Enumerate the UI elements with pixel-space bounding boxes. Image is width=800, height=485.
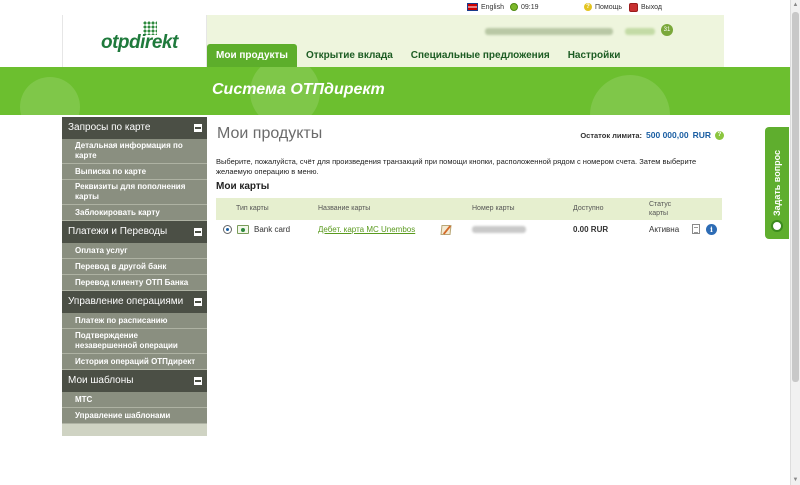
user-name-redacted (485, 28, 613, 35)
session-time: 09:19 (521, 3, 539, 11)
chat-icon (771, 220, 783, 232)
page-title: Мои продукты (217, 125, 323, 142)
bank-card-icon (237, 225, 249, 234)
card-number-redacted (472, 226, 526, 233)
banner-decoration (590, 75, 670, 115)
sidebar-section-title: Платежи и Переводы (68, 226, 168, 237)
help-label: Помощь (595, 3, 623, 11)
collapse-icon[interactable] (194, 228, 202, 236)
sidebar-item-card-details[interactable]: Детальная информация по карте (62, 139, 207, 164)
language-label: English (481, 3, 504, 11)
column-header-available: Доступно (573, 205, 604, 212)
help-icon: ? (584, 3, 592, 11)
logout-icon (629, 3, 638, 12)
column-header-type: Тип карты (236, 205, 269, 212)
tab-special-offers[interactable]: Специальные предложения (402, 44, 559, 67)
sidebar-section-title: Мои шаблоны (68, 375, 134, 386)
banner-decoration (20, 77, 80, 115)
user-link-redacted[interactable] (625, 28, 655, 35)
help-link[interactable]: ? Помощь (584, 3, 622, 11)
header: otpdirekt 31 Мои продукты Открытие вклад… (0, 15, 800, 67)
uk-flag-icon (467, 3, 478, 11)
sidebar-section-templates[interactable]: Мои шаблоны (62, 370, 207, 392)
sidebar-item-template-mts[interactable]: МТС (62, 392, 207, 408)
sidebar-section-payments[interactable]: Платежи и Переводы (62, 221, 207, 243)
session-clock: 09:19 (510, 3, 539, 11)
collapse-icon[interactable] (194, 377, 202, 385)
main-content: Мои продукты Остаток лимита: 500 000,00 … (207, 117, 724, 457)
column-header-status: Статус карты (649, 201, 672, 217)
logout-link[interactable]: Выход (629, 3, 662, 12)
limit-label: Остаток лимита: (580, 130, 643, 140)
sidebar-item-pay-services[interactable]: Оплата услуг (62, 243, 207, 259)
messages-badge[interactable]: 31 (661, 24, 673, 36)
collapse-icon[interactable] (194, 298, 202, 306)
tab-settings[interactable]: Настройки (559, 44, 630, 67)
tab-open-deposit[interactable]: Открытие вклада (297, 44, 402, 67)
sidebar-item-transfer-other-bank[interactable]: Перевод в другой банк (62, 259, 207, 275)
card-status: Активна (649, 225, 680, 234)
sidebar-section-operations[interactable]: Управление операциями (62, 291, 207, 313)
limit-currency: RUR (692, 130, 711, 140)
sidebar-section-title: Управление операциями (68, 296, 184, 307)
cards-table-header: Тип карты Название карты Номер карты Дос… (216, 198, 722, 220)
card-available: 0.00 RUR (573, 225, 609, 234)
card-select-radio[interactable] (223, 225, 232, 234)
column-header-name: Название карты (318, 205, 371, 212)
sidebar-item-topup-details[interactable]: Реквизиты для пополнения карты (62, 180, 207, 205)
card-name-link[interactable]: Дебет. карта MC Unembos (318, 225, 415, 234)
tab-my-products[interactable]: Мои продукты (207, 44, 297, 67)
sidebar-section-title: Запросы по карте (68, 122, 151, 133)
table-row[interactable]: Bank card Дебет. карта MC Unembos 0.00 R… (216, 221, 722, 239)
main-tabs: Мои продукты Открытие вклада Специальные… (207, 44, 629, 67)
card-type: Bank card (254, 225, 291, 234)
banner-title: Система ОТПдирект (212, 81, 385, 98)
scrollbar-thumb[interactable] (792, 12, 799, 382)
scroll-up-icon[interactable]: ▲ (792, 1, 799, 9)
limit-value: 500 000,00 (646, 130, 689, 140)
logo[interactable]: otpdirekt (62, 15, 207, 67)
sidebar-item-operations-history[interactable]: История операций ОТПдирект (62, 354, 207, 370)
sidebar-section-card-requests[interactable]: Запросы по карте (62, 117, 207, 139)
limit-info: Остаток лимита: 500 000,00 RUR ? (580, 130, 724, 140)
language-switch[interactable]: English (467, 3, 504, 11)
edit-icon[interactable] (440, 225, 452, 235)
logout-label: Выход (641, 4, 662, 11)
cards-section-title: Мои карты (216, 181, 270, 192)
collapse-icon[interactable] (194, 124, 202, 132)
instructions-text: Выберите, пожалуйста, счёт для произведе… (216, 157, 697, 176)
sidebar-item-manage-templates[interactable]: Управление шаблонами (62, 408, 207, 424)
help-icon[interactable]: ? (715, 130, 724, 140)
info-icon[interactable]: i (706, 224, 717, 235)
sidebar-item-transfer-otp-client[interactable]: Перевод клиенту ОТП Банка (62, 275, 207, 291)
page-scrollbar[interactable]: ▲ ▼ (790, 0, 800, 485)
clock-icon (510, 3, 518, 11)
sidebar-item-card-statement[interactable]: Выписка по карте (62, 164, 207, 180)
ask-question-tab[interactable]: Задать вопрос (765, 127, 789, 239)
ask-question-label: Задать вопрос (772, 149, 782, 217)
logo-text: otpdirekt (101, 32, 178, 53)
scroll-down-icon[interactable]: ▼ (792, 476, 799, 484)
sidebar-item-confirm-pending[interactable]: Подтверждение незавершенной операции (62, 329, 207, 354)
sidebar-item-block-card[interactable]: Заблокировать карту (62, 205, 207, 221)
sidebar: Запросы по карте Детальная информация по… (62, 117, 207, 436)
sidebar-item-scheduled-payment[interactable]: Платеж по расписанию (62, 313, 207, 329)
column-header-number: Номер карты (472, 205, 515, 212)
document-icon[interactable] (692, 224, 700, 234)
banner: Система ОТПдирект (0, 67, 800, 115)
top-utility-bar: English 09:19 ? Помощь Выход (0, 0, 800, 15)
